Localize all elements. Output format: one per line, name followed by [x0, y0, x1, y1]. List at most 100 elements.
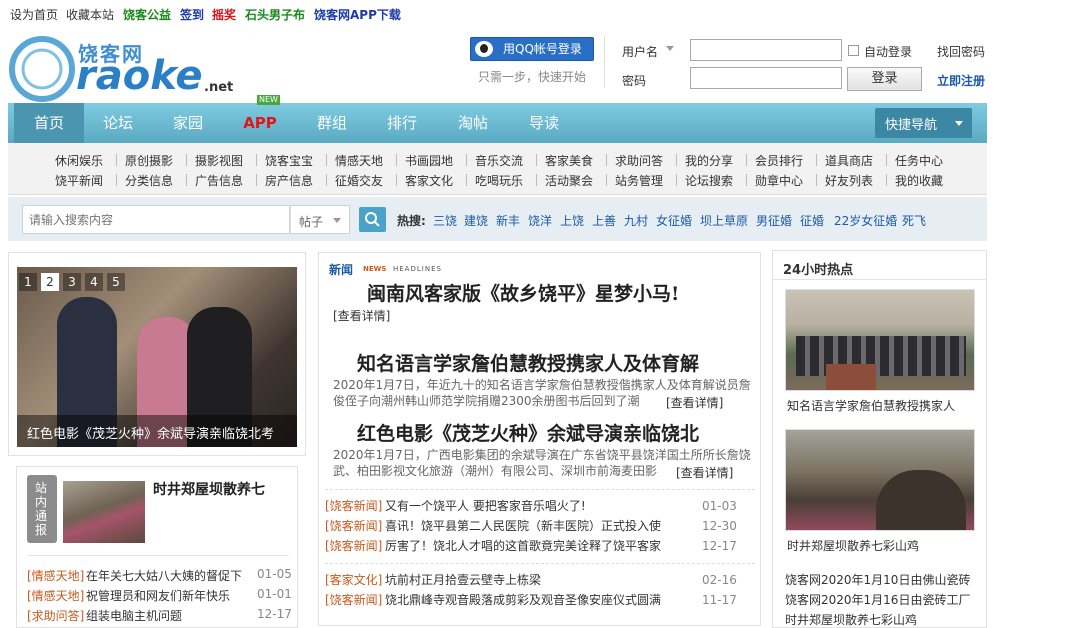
hot24-photo[interactable] [785, 429, 975, 531]
subnav-row1-item[interactable]: 书画园地 [405, 152, 453, 169]
subnav-row2-item[interactable]: 吃喝玩乐 [475, 172, 523, 189]
slider-page-3[interactable]: 3 [63, 273, 81, 291]
subnav-row1-item[interactable]: 休闲娱乐 [55, 152, 103, 169]
news-article-more-link[interactable]: [查看详情] [664, 394, 724, 411]
news-list-category[interactable]: [饶客新闻] [325, 517, 382, 534]
quick-nav-button[interactable]: 快捷导航 [875, 108, 972, 138]
subnav-row1-item[interactable]: 求助问答 [615, 152, 663, 169]
hot24-photo-caption[interactable]: 知名语言学家詹伯慧教授携家人 [787, 397, 955, 414]
news-top-title[interactable]: 闽南风客家版《故乡饶平》星梦小马! [367, 279, 679, 306]
nav-home-space[interactable]: 家园 [158, 103, 218, 143]
hot24-photo-caption[interactable]: 时井郑屋坝散养七彩山鸡 [787, 537, 919, 554]
subnav-row1-item[interactable]: 会员排行 [755, 152, 803, 169]
hot-search-term[interactable]: 征婚 [800, 212, 824, 229]
hot-search-term[interactable]: 建饶 [464, 212, 488, 229]
subnav-row2-item[interactable]: 客家文化 [405, 172, 453, 189]
station-news-category[interactable]: [情感天地] [27, 587, 84, 604]
subnav-row1-item[interactable]: 摄影视图 [195, 152, 243, 169]
subnav-row2-item[interactable]: 论坛搜索 [685, 172, 733, 189]
hot-search-term[interactable]: 女征婚 [656, 212, 692, 229]
bookmark-link[interactable]: 收藏本站 [66, 6, 114, 23]
slider-page-5[interactable]: 5 [107, 273, 125, 291]
subnav-row2-item[interactable]: 广告信息 [195, 172, 243, 189]
subnav-row2-item[interactable]: 好友列表 [825, 172, 873, 189]
search-input[interactable] [22, 205, 290, 234]
news-list-item[interactable]: 坑前村正月拾壹云壁寺上栋梁 [385, 571, 541, 588]
app-download-link[interactable]: 饶客网APP下载 [314, 6, 401, 23]
hot-search-term[interactable]: 22岁女征婚 [834, 212, 897, 229]
subnav-row1-item[interactable]: 我的分享 [685, 152, 733, 169]
news-article-more-link[interactable]: [查看详情] [674, 464, 734, 481]
subnav-row2-item[interactable]: 活动聚会 [545, 172, 593, 189]
nav-groups[interactable]: 群组 [302, 103, 362, 143]
hot-search-term[interactable]: 死飞 [902, 212, 926, 229]
station-news-category[interactable]: [情感天地] [27, 567, 84, 584]
login-button[interactable]: 登录 [847, 67, 922, 91]
hot-search-term[interactable]: 坝上草原 [700, 212, 748, 229]
subnav-row1-item[interactable]: 饶客宝宝 [265, 152, 313, 169]
news-list-item[interactable]: 厉害了！饶北人才唱的这首歌竟完美诠释了饶平客家 [385, 537, 693, 554]
subnav-row1-item[interactable]: 原创摄影 [125, 152, 173, 169]
hot-search-term[interactable]: 饶洋 [528, 212, 552, 229]
news-list-category[interactable]: [客家文化] [325, 571, 382, 588]
station-news-category[interactable]: [求助问答] [27, 607, 84, 624]
nav-collections[interactable]: 淘帖 [443, 103, 503, 143]
subnav-row2-item[interactable]: 我的收藏 [895, 172, 943, 189]
subnav-row2-item[interactable]: 勋章中心 [755, 172, 803, 189]
hot24-link[interactable]: 饶客网2020年1月10日由佛山瓷砖 [785, 571, 970, 588]
subnav-row1-item[interactable]: 道具商店 [825, 152, 873, 169]
news-list-item[interactable]: 又有一个饶平人 要把客家音乐唱火了! [385, 497, 586, 514]
station-news-title[interactable]: 时井郑屋坝散养七 [153, 479, 265, 499]
subnav-row2-item[interactable]: 分类信息 [125, 172, 173, 189]
hot-search-term[interactable]: 九村 [624, 212, 648, 229]
subnav-row1-item[interactable]: 情感天地 [335, 152, 383, 169]
hot24-photo[interactable] [785, 289, 975, 391]
set-home-link[interactable]: 设为首页 [10, 6, 58, 23]
lottery-link[interactable]: 摇奖 [212, 6, 236, 23]
hot-search-term[interactable]: 男征婚 [756, 212, 792, 229]
news-list-item[interactable]: 喜讯！饶平县第二人民医院（新丰医院）正式投入使 [385, 517, 693, 534]
qq-login-button[interactable]: 用QQ帐号登录 [470, 37, 594, 61]
subnav-row2-item[interactable]: 房产信息 [265, 172, 313, 189]
slider-photo[interactable]: 红色电影《茂芝火种》余斌导演亲临饶北考 [17, 267, 297, 447]
station-news-item[interactable]: 组装电脑主机问题 [86, 607, 182, 624]
hot-search-term[interactable]: 三饶 [433, 212, 457, 229]
search-button[interactable] [359, 207, 386, 232]
news-article-title[interactable]: 知名语言学家詹伯慧教授携家人及体育解 [357, 349, 699, 376]
remember-checkbox[interactable] [848, 45, 859, 56]
username-type-caret-icon[interactable] [666, 46, 674, 51]
hot-search-term[interactable]: 上善 [592, 212, 616, 229]
station-news-photo[interactable] [63, 481, 145, 543]
site-logo[interactable]: 饶客网 raoke .net [8, 32, 248, 102]
nav-forum[interactable]: 论坛 [88, 103, 148, 143]
subnav-row2-item[interactable]: 站务管理 [615, 172, 663, 189]
slider-page-2[interactable]: 2 [41, 273, 59, 291]
hot24-link[interactable]: 饶客网2020年1月16日由瓷砖工厂 [785, 591, 970, 608]
nav-guide[interactable]: 导读 [514, 103, 574, 143]
find-password-link[interactable]: 找回密码 [937, 43, 985, 60]
hot-search-term[interactable]: 上饶 [560, 212, 584, 229]
charity-link[interactable]: 饶客公益 [123, 6, 171, 23]
subnav-row2-item[interactable]: 饶平新闻 [55, 172, 103, 189]
news-list-item[interactable]: 饶北鼎峰寺观音殿落成剪彩及观音圣像安座仪式圆满 [385, 591, 693, 608]
news-top-more-link[interactable]: [查看详情] [333, 307, 390, 324]
news-article-title[interactable]: 红色电影《茂芝火种》余斌导演亲临饶北 [357, 419, 699, 446]
register-link[interactable]: 立即注册 [937, 72, 985, 89]
news-list-category[interactable]: [饶客新闻] [325, 497, 382, 514]
news-list-category[interactable]: [饶客新闻] [325, 591, 382, 608]
stone-link[interactable]: 石头男子布 [245, 6, 305, 23]
nav-home[interactable]: 首页 [14, 103, 84, 143]
password-input[interactable] [690, 67, 842, 89]
slider-caption[interactable]: 红色电影《茂芝火种》余斌导演亲临饶北考 [27, 423, 274, 442]
slider-page-1[interactable]: 1 [19, 273, 37, 291]
slider-page-4[interactable]: 4 [85, 273, 103, 291]
nav-ranking[interactable]: 排行 [372, 103, 432, 143]
hot-search-term[interactable]: 新丰 [496, 212, 520, 229]
subnav-row1-item[interactable]: 任务中心 [895, 152, 943, 169]
subnav-row2-item[interactable]: 征婚交友 [335, 172, 383, 189]
hot24-link[interactable]: 时井郑屋坝散养七彩山鸡 [785, 611, 917, 628]
station-news-item[interactable]: 在年关七大姑八大姨的督促下 [86, 567, 242, 584]
search-scope-select[interactable]: 帖子 [290, 205, 350, 234]
subnav-row1-item[interactable]: 客家美食 [545, 152, 593, 169]
news-list-category[interactable]: [饶客新闻] [325, 537, 382, 554]
